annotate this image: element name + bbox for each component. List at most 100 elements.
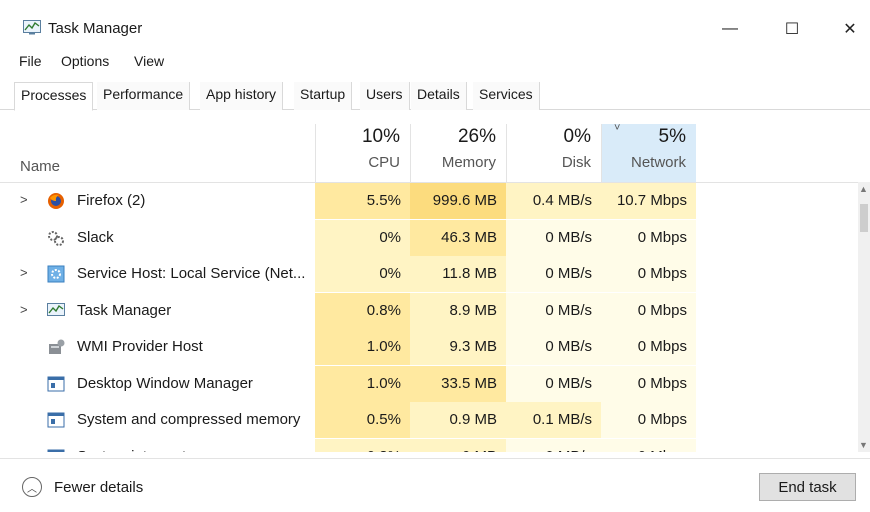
task-manager-icon — [47, 302, 65, 320]
scroll-up-icon[interactable]: ▲ — [859, 184, 868, 194]
process-memory: 46.3 MB — [410, 219, 506, 256]
chevron-up-icon: ︿ — [22, 477, 42, 497]
process-memory: 0 MB — [410, 438, 506, 452]
process-name: Desktop Window Manager — [77, 374, 253, 392]
process-cpu: 0.3% — [315, 438, 410, 452]
menu-view[interactable]: View — [134, 53, 164, 69]
process-disk: 0.4 MB/s — [506, 183, 601, 219]
tab-performance[interactable]: Performance — [97, 82, 191, 110]
tab-details[interactable]: Details — [411, 82, 467, 110]
column-header: Name 10% CPU 26% Memory 0% Disk ˅ 5% Net… — [0, 110, 870, 182]
column-cpu[interactable]: 10% CPU — [315, 124, 410, 182]
process-network: 0 Mbps — [601, 402, 696, 438]
process-row[interactable]: Slack 0% 46.3 MB 0 MB/s 0 Mbps — [0, 219, 858, 256]
scrollbar-thumb[interactable] — [860, 204, 868, 232]
process-row[interactable]: > Task Manager 0.8% 8.9 MB 0 MB/s 0 Mbps — [0, 292, 858, 329]
process-row[interactable]: Desktop Window Manager 1.0% 33.5 MB 0 MB/s 0… — [0, 365, 858, 402]
process-cpu: 0.8% — [315, 292, 410, 329]
process-name: WMI Provider Host — [77, 338, 203, 355]
process-disk: 0 MB/s — [506, 256, 601, 292]
service-host-icon — [47, 265, 65, 283]
process-memory: 999.6 MB — [410, 183, 506, 219]
process-row[interactable]: System and compressed memory 0.5% 0.9 MB 0.… — [0, 402, 858, 438]
title-bar: Task Manager — ☐ ✕ — [0, 0, 870, 48]
process-memory: 0.9 MB — [410, 402, 506, 438]
menu-options[interactable]: Options — [61, 53, 109, 69]
tab-app-history[interactable]: App history — [200, 82, 284, 110]
sort-chevron-icon: ˅ — [614, 122, 621, 134]
fewer-details-button[interactable]: ︿ Fewer details — [22, 477, 143, 497]
tab-startup[interactable]: Startup — [294, 82, 353, 110]
process-cpu: 0% — [315, 256, 410, 292]
disk-total: 0% — [563, 126, 591, 147]
process-network: 10.7 Mbps — [601, 183, 696, 219]
process-name: Service Host: Local Service (Net... — [77, 265, 306, 282]
process-row[interactable]: > Firefox (2) 5.5% 999.6 MB 0.4 MB/s 10.7 Mbp… — [0, 183, 858, 219]
process-name: Task Manager — [77, 301, 172, 319]
window-app-icon — [47, 448, 65, 452]
network-label: Network — [630, 154, 686, 171]
column-network[interactable]: ˅ 5% Network — [601, 122, 696, 182]
tab-services[interactable]: Services — [473, 82, 540, 110]
close-button[interactable]: ✕ — [830, 14, 870, 44]
memory-total: 26% — [457, 126, 496, 147]
expand-chevron-icon[interactable]: > — [20, 265, 28, 280]
process-memory: 8.9 MB — [410, 292, 506, 329]
tab-processes[interactable]: Processes — [14, 82, 94, 111]
process-disk: 0 MB/s — [506, 292, 601, 329]
process-row[interactable]: WMI Provider Host 1.0% 9.3 MB 0 MB/s 0 Mbps — [0, 329, 858, 365]
cpu-label: CPU — [368, 154, 400, 171]
minimize-button[interactable]: — — [710, 14, 750, 44]
process-disk: 0 MB/s — [506, 329, 601, 365]
process-memory: 11.8 MB — [410, 256, 506, 292]
menu-bar: File Options View — [0, 52, 870, 74]
process-cpu: 0.5% — [315, 402, 410, 438]
process-disk: 0 MB/s — [506, 438, 601, 452]
tab-strip: Processes Performance App history Startu… — [0, 82, 870, 111]
wmi-provider-icon — [47, 338, 65, 356]
process-network: 0 Mbps — [601, 365, 696, 402]
process-network: 0 Mbps — [601, 219, 696, 256]
process-row[interactable]: System interrupts 0.3%0 MB0 MB/s0 Mbps — [0, 438, 858, 453]
task-manager-icon — [23, 20, 41, 35]
disk-label: Disk — [561, 154, 591, 171]
process-memory: 33.5 MB — [410, 365, 506, 402]
process-name: System and compressed memory — [77, 411, 301, 428]
end-task-button[interactable]: End task — [759, 473, 856, 501]
footer-bar: ︿ Fewer details End task — [0, 458, 870, 512]
window-app-icon — [47, 375, 65, 393]
window-title: Task Manager — [48, 20, 143, 37]
process-list: > Firefox (2) 5.5% 999.6 MB 0.4 MB/s 10.7 Mbp… — [0, 182, 858, 452]
slack-gear-icon — [47, 229, 65, 247]
process-disk: 0 MB/s — [506, 365, 601, 402]
process-memory: 9.3 MB — [410, 329, 506, 365]
tab-users[interactable]: Users — [360, 82, 410, 110]
column-name[interactable]: Name — [20, 158, 60, 175]
process-network: 0 Mbps — [601, 438, 696, 452]
column-memory[interactable]: 26% Memory — [410, 124, 506, 182]
expand-chevron-icon[interactable]: > — [20, 302, 28, 317]
expand-chevron-icon[interactable]: > — [20, 192, 28, 207]
end-task-label: End task — [778, 478, 837, 496]
menu-file[interactable]: File — [19, 53, 42, 69]
vertical-scrollbar[interactable]: ▲ ▼ — [858, 182, 870, 452]
process-network: 0 Mbps — [601, 256, 696, 292]
process-network: 0 Mbps — [601, 292, 696, 329]
process-cpu: 0% — [315, 219, 410, 256]
maximize-button[interactable]: ☐ — [772, 14, 812, 44]
process-row[interactable]: > Service Host: Local Service (Net... 0% 11… — [0, 256, 858, 292]
process-name: Slack — [77, 228, 114, 246]
column-disk[interactable]: 0% Disk — [506, 124, 601, 182]
process-network: 0 Mbps — [601, 329, 696, 365]
process-cpu: 5.5% — [315, 183, 410, 219]
fewer-details-label: Fewer details — [54, 478, 144, 496]
process-cpu: 1.0% — [315, 365, 410, 402]
memory-label: Memory — [441, 154, 496, 171]
process-disk: 0.1 MB/s — [506, 402, 601, 438]
process-name: System interrupts — [77, 448, 194, 453]
process-cpu: 1.0% — [315, 329, 410, 365]
scroll-down-icon[interactable]: ▼ — [859, 440, 868, 450]
window-app-icon — [47, 411, 65, 429]
process-name: Firefox (2) — [77, 192, 146, 209]
firefox-icon — [47, 192, 65, 210]
